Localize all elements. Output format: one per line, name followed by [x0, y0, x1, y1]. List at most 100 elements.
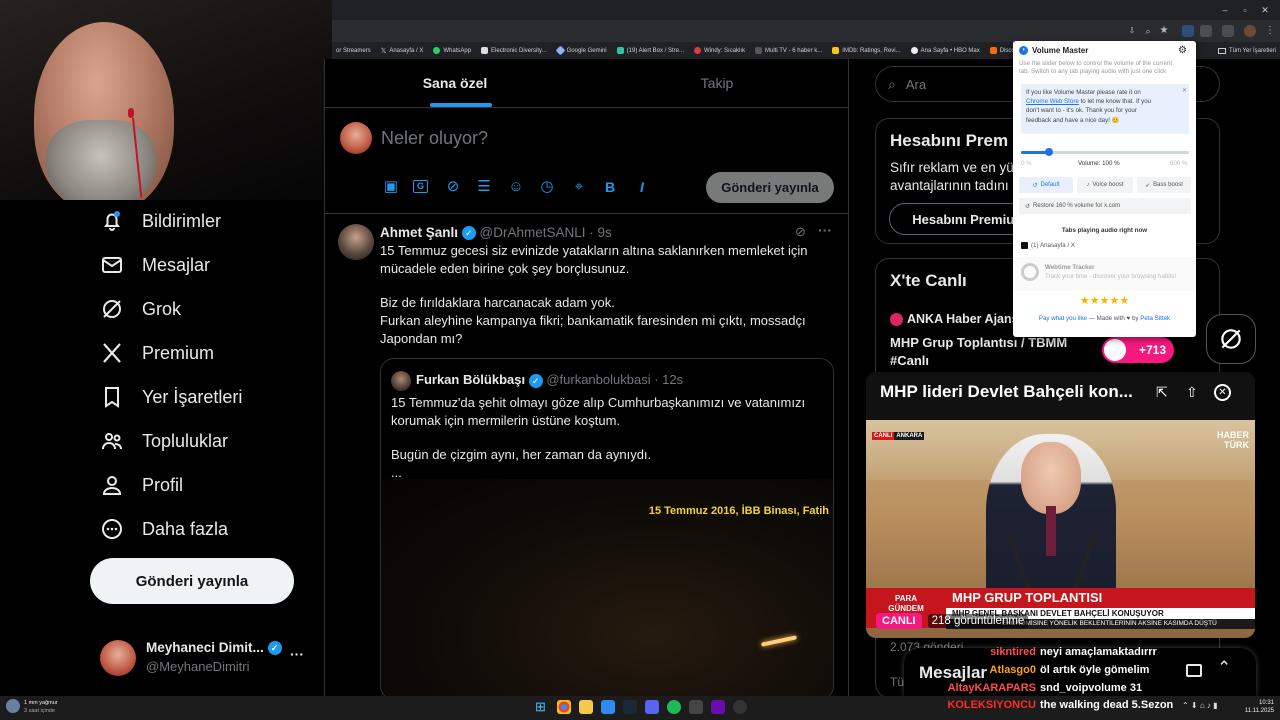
extensions-puzzle-icon[interactable]: [1200, 25, 1212, 37]
tweet-more-icon[interactable]: ···: [818, 222, 832, 238]
live-listeners-badge[interactable]: +713: [1102, 337, 1174, 363]
star-icon[interactable]: ★: [1100, 295, 1110, 307]
start-icon[interactable]: ⊞: [535, 700, 549, 714]
app-icon[interactable]: [601, 700, 615, 714]
grok-explain-icon[interactable]: ⊘: [795, 224, 806, 240]
settings-gear-icon[interactable]: ⚙: [1178, 45, 1187, 56]
spotify-icon[interactable]: [667, 700, 681, 714]
rating-stars[interactable]: ★★★★★: [1013, 294, 1196, 307]
weather-icon[interactable]: [6, 699, 20, 713]
bookmark-imdb[interactable]: IMDb: Ratings, Revi...: [832, 47, 901, 54]
maximize-button[interactable]: ▫: [1238, 4, 1252, 16]
install-icon[interactable]: ⇩: [1126, 25, 1138, 37]
all-bookmarks[interactable]: Tüm Yer İşaretleri: [1211, 42, 1276, 59]
author-link[interactable]: Peta Sittek: [1140, 315, 1170, 322]
obs-icon[interactable]: [733, 700, 747, 714]
chrome-icon[interactable]: [557, 700, 571, 714]
live-source[interactable]: ANKA Haber Ajans: [890, 312, 1019, 326]
exit-pip-icon[interactable]: ⇱: [1156, 384, 1168, 401]
nav-grok[interactable]: Grok: [100, 289, 181, 329]
close-notice-icon[interactable]: ✕: [1182, 87, 1187, 94]
profile-avatar-icon[interactable]: [1244, 25, 1256, 37]
live-hashtag[interactable]: #Canlı: [890, 353, 929, 368]
pay-link[interactable]: Pay what you like: [1039, 315, 1087, 322]
voice-boost-button[interactable]: ♪ Voice boost: [1077, 177, 1133, 193]
italic-icon[interactable]: I: [633, 178, 651, 196]
minimize-button[interactable]: –: [1218, 4, 1232, 16]
bookmark-hbo-max[interactable]: Ana Sayfa • HBO Max: [910, 47, 980, 54]
zoom-icon[interactable]: ⌕: [1142, 25, 1154, 37]
system-tray-icons[interactable]: ⌃ ⬇ ⌂ ♪ ▮: [1182, 701, 1218, 710]
schedule-icon[interactable]: ◷: [538, 178, 556, 196]
volume-slider-track[interactable]: [1021, 148, 1189, 156]
emoji-icon[interactable]: ☺: [507, 178, 525, 196]
close-window-button[interactable]: ✕: [1258, 4, 1272, 16]
tweet-time[interactable]: · 9s: [589, 225, 612, 240]
tab-following[interactable]: Takip: [586, 59, 848, 107]
bookmark-x[interactable]: 𝕏 Anasayfa / X: [381, 47, 424, 55]
clock[interactable]: 10:31 11.11.2025: [1238, 699, 1274, 715]
bookmark-whatsapp[interactable]: WhatsApp: [433, 47, 471, 54]
grok-compose-icon[interactable]: ⊘: [444, 178, 462, 196]
steam-icon[interactable]: [623, 700, 637, 714]
location-icon[interactable]: ⌖: [570, 178, 588, 196]
app-icon[interactable]: [689, 700, 703, 714]
bass-boost-button[interactable]: ➶ Bass boost: [1137, 177, 1191, 193]
nav-communities[interactable]: Topluluklar: [100, 421, 228, 461]
audio-tab-item[interactable]: (1) Anasayfa / X: [1021, 242, 1075, 249]
chrome-web-store-link[interactable]: Chrome Web Store: [1026, 98, 1079, 105]
account-switcher[interactable]: Meyhaneci Dimit... ✓ @MeyhaneDimitri ···: [100, 636, 324, 680]
nav-bookmarks[interactable]: Yer İşaretleri: [100, 377, 242, 417]
compose-input[interactable]: Neler oluyor?: [381, 128, 488, 149]
downloads-icon[interactable]: [1222, 25, 1234, 37]
restore-volume-button[interactable]: ↺ Restore 160 % volume for x.com: [1019, 198, 1191, 214]
star-icon[interactable]: ★: [1109, 295, 1119, 307]
author-handle[interactable]: @DrAhmetSANLI: [480, 225, 586, 240]
quoted-tweet[interactable]: Furkan Bölükbaşı ✓ @furkanbolukbasi · 12…: [380, 358, 834, 700]
nav-notifications[interactable]: Bildirimler: [100, 201, 221, 241]
volume-slider-thumb[interactable]: [1045, 148, 1053, 156]
tweet-avatar[interactable]: [338, 224, 374, 260]
discord-icon[interactable]: [645, 700, 659, 714]
image-icon[interactable]: ▣: [382, 178, 400, 196]
webcam-overlay: [0, 0, 332, 200]
post-button[interactable]: Gönderi yayınla: [90, 558, 294, 604]
star-icon[interactable]: ★: [1119, 295, 1129, 307]
share-icon[interactable]: ⇧: [1186, 384, 1198, 401]
volume-master-extension-icon[interactable]: [1182, 25, 1194, 37]
quote-video[interactable]: 15 Temmuz 2016, İBB Binası, Fatih: [381, 479, 833, 699]
bookmark-streamers[interactable]: or Streamers: [336, 48, 371, 54]
app-icon[interactable]: [711, 700, 725, 714]
send-post-button[interactable]: Gönderi yayınla: [706, 172, 834, 203]
more-options-icon[interactable]: ···: [290, 646, 304, 662]
nav-more[interactable]: Daha fazla: [100, 509, 228, 549]
grok-fab[interactable]: [1206, 314, 1256, 364]
star-icon[interactable]: ★: [1080, 295, 1090, 307]
bookmark-electronic-diversity[interactable]: Electronic Diversity...: [481, 47, 547, 54]
nav-messages[interactable]: Mesajlar: [100, 245, 210, 285]
bookmark-alert-box[interactable]: (19) Alert Box / Stre...: [616, 47, 684, 54]
new-message-icon[interactable]: [1186, 664, 1202, 677]
poll-icon[interactable]: ☰: [475, 178, 493, 196]
expand-chevron-icon[interactable]: ⌃: [1217, 658, 1231, 678]
file-explorer-icon[interactable]: [579, 700, 593, 714]
browser-menu-icon[interactable]: ⋮: [1264, 25, 1276, 37]
weather-widget[interactable]: 1 mm yağmur 3 saat içinde: [24, 699, 58, 715]
nav-premium[interactable]: Premium: [100, 333, 214, 373]
close-pip-icon[interactable]: ✕: [1214, 384, 1231, 401]
pip-video-player[interactable]: MHP lideri Devlet Bahçeli kon... ⇱ ⇧ ✕ C…: [866, 372, 1255, 638]
logo-text: TÜRK: [1224, 440, 1249, 450]
nav-profile[interactable]: Profil: [100, 465, 183, 505]
star-icon[interactable]: ★: [1090, 295, 1100, 307]
tab-for-you[interactable]: Sana özel: [324, 59, 586, 107]
webtime-tracker-promo[interactable]: Webtime Tracker Track your time - discov…: [1013, 257, 1196, 291]
bold-icon[interactable]: B: [601, 178, 619, 196]
bookmark-windy[interactable]: Windy: Sıcaklık: [694, 47, 745, 54]
bookmark-multi-tv[interactable]: Multi TV - 6 haber k...: [755, 47, 822, 54]
author-name[interactable]: Ahmet Şanlı: [380, 225, 458, 240]
live-topic[interactable]: MHP Grup Toplantısı / TBMM: [890, 335, 1067, 350]
bookmark-gemini[interactable]: Google Gemini: [555, 45, 607, 56]
gif-icon[interactable]: G: [413, 180, 428, 193]
bookmark-star-icon[interactable]: ★: [1158, 25, 1170, 37]
default-button[interactable]: ↺ Default: [1019, 177, 1073, 193]
